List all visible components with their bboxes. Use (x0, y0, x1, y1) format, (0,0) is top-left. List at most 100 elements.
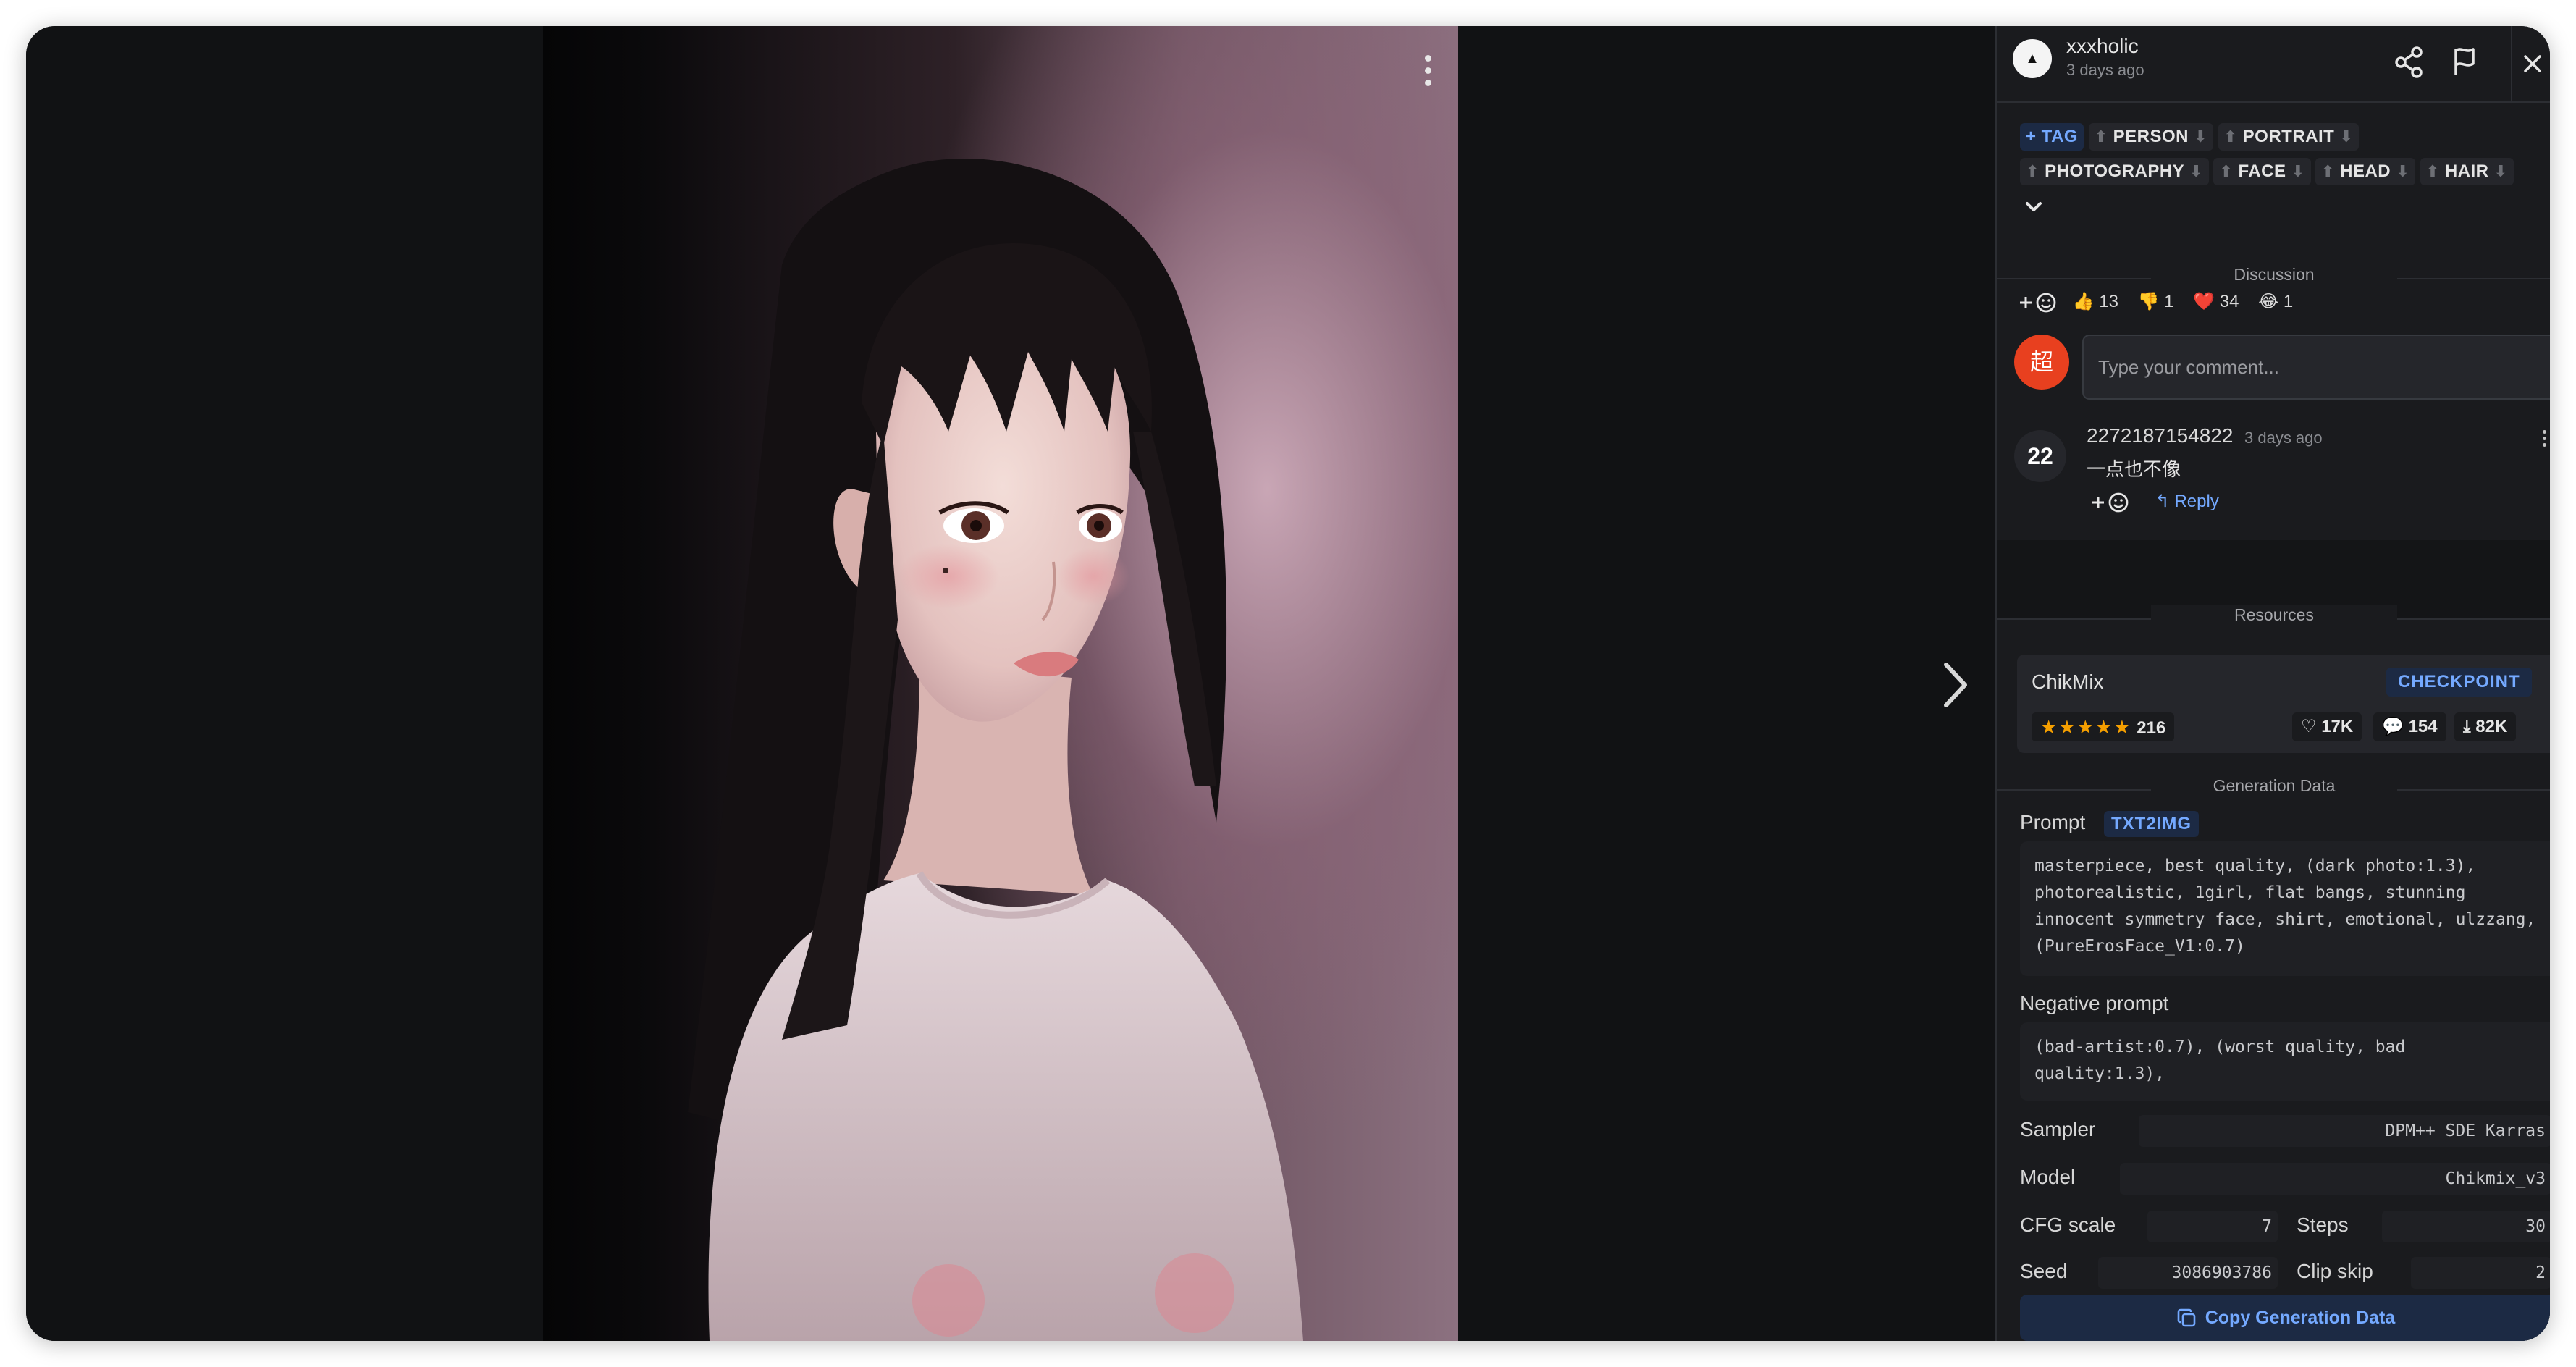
thumbs-down-icon: 👎 (2137, 292, 2160, 311)
tag-label: PHOTOGRAPHY (2045, 161, 2184, 181)
upvote-icon[interactable]: ⬆ (2224, 127, 2238, 146)
prompt-label: Prompt (2020, 811, 2086, 833)
sampler-value: DPM++ SDE Karras (2139, 1115, 2550, 1147)
resource-type-badge: CHECKPOINT (2386, 668, 2532, 697)
flag-icon (2454, 48, 2475, 75)
clip-skip-value: 2 (2411, 1257, 2550, 1289)
reaction-laugh[interactable]: 😂 1 (2258, 291, 2293, 312)
resource-card[interactable]: ChikMix CHECKPOINT ★★★★★ 216 ♡ 17K 💬 154… (2017, 655, 2550, 753)
comment-menu-button[interactable] (2543, 430, 2550, 452)
downvote-icon[interactable]: ⬇ (2396, 162, 2409, 180)
tag-portrait[interactable]: ⬆ PORTRAIT ⬇ (2218, 123, 2360, 151)
downvote-icon[interactable]: ⬇ (2494, 162, 2508, 180)
image-detail-modal: ▲ xxxholic 3 days ago + TAG ⬆ PERSON ⬇ ⬆… (26, 26, 2550, 1341)
add-emoji-icon (2020, 293, 2056, 313)
downvote-icon[interactable]: ⬇ (2189, 162, 2203, 180)
upvote-icon[interactable]: ⬆ (2026, 162, 2040, 180)
tag-label: PORTRAIT (2242, 127, 2335, 146)
rating-count: 216 (2137, 718, 2166, 738)
reaction-heart[interactable]: ❤️ 34 (2193, 291, 2239, 312)
upvote-icon[interactable]: ⬆ (2321, 162, 2335, 180)
resource-likes: ♡ 17K (2292, 712, 2362, 741)
sampler-label: Sampler (2020, 1118, 2096, 1140)
reaction-like[interactable]: 👍 13 (2073, 291, 2118, 312)
reaction-count: 1 (2164, 292, 2174, 311)
add-emoji-icon[interactable] (2089, 492, 2130, 513)
post-time: 3 days ago (2066, 61, 2144, 79)
cfg-scale-label: CFG scale (2020, 1214, 2116, 1236)
commenter-username[interactable]: 2272187154822 (2087, 424, 2233, 447)
copy-icon (2177, 1309, 2196, 1327)
reply-button[interactable]: ↰ Reply (2155, 492, 2219, 511)
likes-count: 17K (2321, 717, 2354, 736)
tag-label: PERSON (2113, 127, 2189, 146)
heart-icon: ❤️ (2193, 292, 2215, 311)
add-reaction-button[interactable] (2017, 292, 2058, 314)
resource-downloads: ⤓ 82K (2454, 712, 2517, 741)
generation-data-title: Generation Data (2151, 776, 2397, 796)
seed-label: Seed (2020, 1260, 2068, 1282)
tag-label: HEAD (2340, 161, 2391, 181)
discussion-title: Discussion (2151, 265, 2397, 285)
expand-tags-button[interactable] (2020, 193, 2047, 220)
reaction-bar: 👍 13 👎 1 ❤️ 34 😂 1 (2017, 291, 2307, 314)
close-icon (2524, 55, 2541, 72)
star-rating-icon: ★★★★★ (2040, 716, 2132, 738)
tag-face[interactable]: ⬆ FACE ⬇ (2213, 158, 2311, 185)
download-icon: ⤓ (2463, 717, 2471, 736)
user-avatar[interactable]: ▲ (2013, 39, 2052, 78)
tag-photography[interactable]: ⬆ PHOTOGRAPHY ⬇ (2020, 158, 2209, 185)
negative-prompt-text: (bad-artist:0.7), (worst quality, bad qu… (2020, 1022, 2550, 1101)
tag-list: + TAG ⬆ PERSON ⬇ ⬆ PORTRAIT ⬇ ⬆ PHOTOGRA… (2020, 123, 2541, 220)
tag-head[interactable]: ⬆ HEAD ⬇ (2315, 158, 2416, 185)
downloads-count: 82K (2475, 717, 2508, 736)
commenter-avatar[interactable]: 22 (2014, 430, 2066, 482)
copy-generation-data-button[interactable]: Copy Generation Data (2020, 1295, 2550, 1341)
portrait-illustration (688, 158, 1303, 1341)
upvote-icon[interactable]: ⬆ (2219, 162, 2233, 180)
image-viewer (26, 26, 1995, 1341)
report-button[interactable] (2444, 42, 2485, 83)
detail-sidebar: ▲ xxxholic 3 days ago + TAG ⬆ PERSON ⬇ ⬆… (1995, 26, 2550, 1341)
share-icon (2395, 46, 2423, 78)
post-username[interactable]: xxxholic (2066, 35, 2139, 58)
reaction-count: 1 (2283, 292, 2294, 311)
downvote-icon[interactable]: ⬇ (2291, 162, 2305, 180)
heart-outline-icon: ♡ (2301, 717, 2317, 736)
reply-icon: ↰ (2155, 492, 2170, 511)
negative-prompt-label: Negative prompt (2020, 992, 2169, 1014)
resource-comments: 💬 154 (2373, 712, 2446, 741)
share-button[interactable] (2389, 42, 2430, 83)
comment-actions: ↰ Reply (2089, 491, 2219, 513)
tag-label: HAIR (2444, 161, 2489, 181)
tag-hair[interactable]: ⬆ HAIR ⬇ (2420, 158, 2514, 185)
image-menu-button[interactable] (1420, 55, 1435, 98)
reaction-count: 13 (2099, 292, 2118, 311)
previous-handle[interactable] (26, 663, 30, 707)
downvote-icon[interactable]: ⬇ (2194, 127, 2207, 146)
downvote-icon[interactable]: ⬇ (2340, 127, 2354, 146)
upvote-icon[interactable]: ⬆ (2426, 162, 2440, 180)
comment-time: 3 days ago (2244, 429, 2323, 447)
seed-value: 3086903786 (2098, 1257, 2278, 1289)
reply-label: Reply (2174, 492, 2219, 511)
close-button[interactable] (2511, 26, 2550, 101)
comments-count: 154 (2408, 717, 2438, 736)
reaction-dislike[interactable]: 👎 1 (2138, 291, 2174, 312)
comment-input[interactable]: Type your comment... (2082, 335, 2550, 400)
resource-rating: ★★★★★ 216 (2032, 712, 2175, 741)
next-image-button[interactable] (1933, 656, 1977, 714)
copy-label: Copy Generation Data (2205, 1308, 2396, 1328)
resource-name[interactable]: ChikMix (2032, 670, 2104, 694)
model-value: Chikmix_v3 (2120, 1163, 2550, 1195)
laugh-icon: 😂 (2258, 292, 2279, 311)
thumbs-up-icon: 👍 (2072, 292, 2095, 311)
upvote-icon[interactable]: ⬆ (2095, 127, 2108, 146)
tag-person[interactable]: ⬆ PERSON ⬇ (2088, 123, 2214, 151)
generated-image (543, 26, 1458, 1341)
steps-value: 30 (2382, 1211, 2550, 1242)
reaction-count: 34 (2219, 292, 2239, 311)
post-header: ▲ xxxholic 3 days ago (1997, 26, 2550, 103)
current-user-avatar: 超 (2014, 335, 2069, 390)
add-tag-button[interactable]: + TAG (2020, 123, 2084, 151)
